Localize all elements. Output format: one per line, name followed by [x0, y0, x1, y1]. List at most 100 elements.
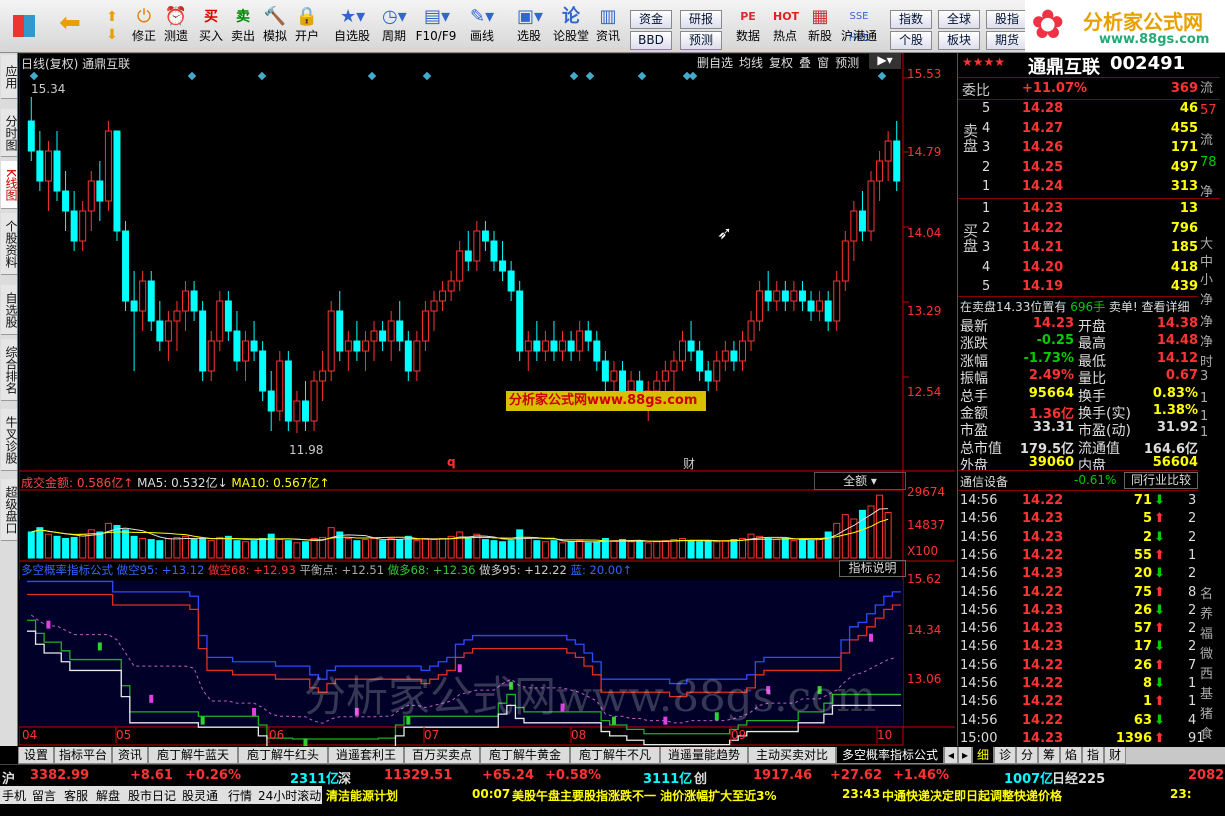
app-grid-icon — [13, 15, 35, 37]
period-button[interactable]: ◷▾ 周期 — [376, 6, 412, 50]
candle-body — [704, 370, 712, 382]
global-button[interactable]: 全球 — [938, 10, 980, 29]
menu-overlay[interactable]: 叠 — [799, 56, 811, 70]
bottom-analysis[interactable]: 解盘 — [96, 787, 120, 804]
volume-bar — [310, 538, 318, 559]
candle-body — [353, 340, 361, 352]
tab-paoding-gold[interactable]: 庖丁解牛黄金 — [480, 747, 570, 764]
hk-connect-button[interactable]: SSE HKE 沪港通 — [838, 6, 880, 50]
volume-bar — [207, 540, 215, 559]
tab-buy-sell-points[interactable]: 百万买卖点 — [404, 747, 480, 764]
rtab-index[interactable]: 指 — [1082, 747, 1104, 764]
rtab-detail[interactable]: 细 — [972, 747, 994, 764]
open-account-button[interactable]: 🔒 开户 — [292, 6, 322, 50]
bottom-stock-alert[interactable]: 股灵通 — [182, 787, 218, 804]
bbd-button[interactable]: BBD — [630, 31, 672, 50]
tab-settings[interactable]: 设置 — [18, 747, 54, 764]
menu-remove-watch[interactable]: 删自选 — [697, 56, 733, 70]
rtab-flame[interactable]: 焰 — [1060, 747, 1082, 764]
tab-paoding-blue[interactable]: 庖丁解牛蓝天 — [148, 747, 238, 764]
buy-qty: 185 — [1170, 240, 1198, 255]
candle-body — [96, 180, 104, 202]
rtab-diagnose[interactable]: 诊 — [994, 747, 1016, 764]
bottom-mobile[interactable]: 手机 — [2, 787, 26, 804]
fix-button[interactable]: ⏻ 修正 — [128, 6, 160, 50]
index-button[interactable]: 指数 — [890, 10, 932, 29]
tab-paoding-red[interactable]: 庖丁解牛红头 — [238, 747, 328, 764]
rtab-finance[interactable]: 财 — [1104, 747, 1126, 764]
new-stock-button[interactable]: ▦ 新股 — [804, 6, 836, 50]
menu-forecast[interactable]: 预测 — [835, 56, 859, 70]
rtab-chips[interactable]: 筹 — [1038, 747, 1060, 764]
hot-button[interactable]: HOT 热点 — [768, 6, 802, 50]
bottom-24h[interactable]: 24小时滚动 — [258, 787, 321, 804]
industry-compare-button[interactable]: 同行业比较 — [1124, 472, 1198, 489]
buy-level: 2 — [982, 220, 991, 236]
back-button[interactable]: ⬅ — [52, 6, 88, 50]
watchlist-button[interactable]: ★▾ 自选股 — [330, 6, 374, 50]
candle-body — [816, 300, 824, 312]
rtab-split[interactable]: 分 — [1016, 747, 1038, 764]
bottom-service[interactable]: 客服 — [64, 787, 88, 804]
volume-bar — [644, 542, 652, 559]
news-2: 美股午盘主要股指涨跌不一 油价涨幅扩大至近3% — [512, 789, 777, 803]
stock-button[interactable]: 个股 — [890, 31, 932, 50]
tick-time: 14:56 — [960, 712, 998, 728]
tab-indicator-platform[interactable]: 指标平台 — [54, 747, 112, 764]
bottom-diary[interactable]: 股市日记 — [128, 787, 176, 804]
f10-button[interactable]: ▤▾ F10/F9 — [414, 6, 458, 50]
sidebar-tab-timeshare[interactable]: 分时图 — [1, 109, 18, 157]
up-down-buttons[interactable]: ⬆ ⬇ — [98, 6, 126, 50]
sell-button[interactable]: 卖卖出 — [228, 6, 258, 50]
tab-scroll-right-icon[interactable]: ▸ — [958, 747, 972, 764]
menu-ma[interactable]: 均线 — [739, 56, 763, 70]
tab-arbitrage[interactable]: 逍遥套利王 — [328, 747, 404, 764]
sidebar-tab-app[interactable]: 应用 — [1, 55, 18, 99]
buy-button[interactable]: 买买入 — [196, 6, 226, 50]
volume-bar — [27, 531, 35, 559]
select-stock-button[interactable]: ▣▾ 选股 — [508, 6, 550, 50]
hk-connect-label: 沪港通 — [840, 29, 877, 43]
test-button[interactable]: ⏰ 测遗 — [160, 6, 192, 50]
candle-body — [567, 340, 575, 352]
sidebar-tab-kline[interactable]: K线图 — [1, 161, 18, 209]
panel-toggle-icon[interactable]: ▶▾ — [869, 53, 901, 69]
volume-selector[interactable]: 全额 ▾ — [814, 472, 906, 490]
bottom-message[interactable]: 留言 — [32, 787, 56, 804]
sidebar-tab-level2[interactable]: 超级盘口 — [1, 479, 18, 541]
fund-button[interactable]: 资金 — [630, 10, 672, 29]
tab-volume-trend[interactable]: 逍遥量能趋势 — [660, 747, 748, 764]
stock-index-button[interactable]: 股指 — [986, 10, 1028, 29]
candle-body — [679, 340, 686, 362]
quote-panel: ★★★★ 通鼎互联 002491 委比 +11.07% 369 卖盘 5 14.2… — [957, 53, 1225, 746]
menu-restore[interactable]: 复权 — [769, 56, 793, 70]
home-button[interactable] — [4, 6, 44, 50]
candle-body — [53, 150, 61, 192]
data-button[interactable]: PE 数据 — [732, 6, 764, 50]
sidebar-tab-diagnosis[interactable]: 牛叉诊股 — [1, 409, 18, 471]
sidebar-tab-profile[interactable]: 个股资料 — [1, 213, 18, 275]
kline-chart-area[interactable]: 日线(复权) 通鼎互联 删自选 均线 复权叠窗预测 ▶▾ 15.34 11.98 q… — [19, 53, 956, 746]
sidebar-tab-watchlist[interactable]: 自选股 — [1, 285, 18, 335]
forecast-button[interactable]: 预测 — [680, 31, 722, 50]
draw-button[interactable]: ✎▾ 画线 — [462, 6, 502, 50]
lock-icon: 🔒 — [295, 6, 319, 27]
forum-button[interactable]: 论论股堂 — [552, 6, 590, 50]
bottom-market[interactable]: 行情 — [228, 787, 252, 804]
tab-long-short-probability[interactable]: 多空概率指标公式 — [836, 747, 944, 764]
order-notice[interactable]: 在卖盘14.33位置有 696手 卖单! 查看详细 — [960, 298, 1190, 315]
down-arrow-icon: ⬇ — [1154, 676, 1165, 691]
menu-window[interactable]: 窗 — [817, 56, 829, 70]
tab-active-compare[interactable]: 主动买卖对比 — [748, 747, 836, 764]
news-button[interactable]: ▥ 资讯 — [592, 6, 624, 50]
futures-button[interactable]: 期货 — [986, 31, 1028, 50]
tab-news[interactable]: 资讯 — [112, 747, 148, 764]
sector-button[interactable]: 板块 — [938, 31, 980, 50]
sidebar-tab-ranking[interactable]: 综合排名 — [1, 339, 18, 401]
news-ticker[interactable]: 清洁能源计划 00:07 美股午盘主要股指涨跌不一 油价涨幅扩大至近3% 23:… — [322, 786, 1225, 804]
tab-scroll-left-icon[interactable]: ◂ — [944, 747, 958, 764]
simulate-button[interactable]: 🔨 模拟 — [260, 6, 290, 50]
report-button[interactable]: 研报 — [680, 10, 722, 29]
indicator-help-button[interactable]: 指标说明 — [839, 560, 906, 577]
tab-paoding-extraordinary[interactable]: 庖丁解牛不凡 — [570, 747, 660, 764]
